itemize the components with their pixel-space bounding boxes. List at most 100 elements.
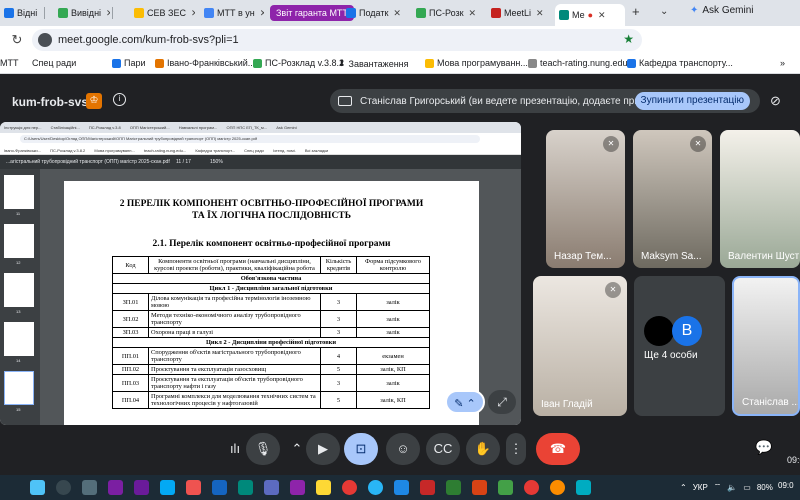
search-icon[interactable] [56, 480, 71, 495]
document-heading: 2 ПЕРЕЛІК КОМПОНЕНТ ОСВІТНЬО-ПРОФЕСІЙНОЇ… [119, 199, 424, 221]
avatar: B [672, 316, 702, 346]
bookmark-item[interactable]: Пари [112, 58, 146, 68]
meet-favicon-icon [559, 10, 569, 20]
url-bar[interactable]: meet.google.com/kum-frob-svs?pli=1 ★ [32, 29, 642, 51]
bookmark-star-icon[interactable]: ★ [623, 32, 634, 46]
bookmark-icon [155, 58, 164, 68]
participant-tile[interactable]: ✕ Maksym Sa... [633, 130, 712, 268]
tray-chevron-icon[interactable]: ⌃ [680, 483, 687, 492]
tab-search-icon[interactable]: ⌄ [660, 6, 668, 17]
emoji-reactions-button[interactable]: ☺ [386, 433, 420, 465]
browser-tab[interactable]: Відні [0, 3, 42, 23]
app-icon[interactable] [264, 480, 279, 495]
pdf-page: 2 ПЕРЕЛІК КОМПОНЕНТ ОСВІТНЬО-ПРОФЕСІЙНОЇ… [64, 181, 479, 425]
tab-favicon-icon [134, 8, 144, 18]
tab-favicon-icon [4, 8, 14, 18]
bookmark-item[interactable]: Мова програмуванн... [425, 58, 528, 68]
tab-favicon-icon [416, 8, 426, 18]
pdf-icon[interactable] [420, 480, 435, 495]
chevron-up-icon[interactable]: ⌃ [286, 433, 308, 465]
browser-tab[interactable]: MeetLi ✕ [487, 3, 551, 23]
more-participants-tile[interactable]: B Ще 4 особи [634, 276, 725, 416]
app-icon[interactable] [186, 480, 201, 495]
start-icon[interactable] [30, 480, 45, 495]
raise-hand-button[interactable]: ✋ [466, 433, 500, 465]
present-now-button[interactable]: ⊡ [344, 433, 378, 465]
microphone-button[interactable]: 🎙 [246, 433, 280, 465]
powerpoint-icon[interactable] [472, 480, 487, 495]
app-icon[interactable] [498, 480, 513, 495]
address-bar-row: ↻ meet.google.com/kum-frob-svs?pli=1 ★ [0, 26, 800, 71]
chrome-icon[interactable] [524, 480, 539, 495]
wifi-icon[interactable]: ⌔ [714, 482, 722, 492]
bookmark-item[interactable]: teach-rating.nung.edu... [528, 58, 635, 68]
bookmark-icon [627, 58, 636, 68]
browser-tab-active[interactable]: Ме ● ✕ [555, 4, 625, 26]
word-icon[interactable] [394, 480, 409, 495]
browser-tab[interactable]: Податк ✕ [342, 3, 406, 23]
table-row: ПП.01 Спорудження об'єктів магістральног… [112, 347, 430, 365]
page-thumbnail [4, 273, 34, 307]
stop-presenting-button[interactable]: Зупинити презентацію [634, 92, 750, 110]
app-icon[interactable] [160, 480, 175, 495]
close-icon[interactable]: ✕ [469, 8, 477, 19]
page-thumbnail [4, 224, 34, 258]
participant-tile[interactable]: ✕ Іван Гладій [533, 276, 627, 416]
participant-tile[interactable]: Валентин Шуст [720, 130, 800, 268]
leave-call-button[interactable]: ☎ [536, 433, 580, 465]
app-icon[interactable] [108, 480, 123, 495]
bookmark-item[interactable]: Івано-Франківський... [155, 58, 255, 68]
muted-mic-icon: ✕ [603, 136, 619, 152]
participant-tile[interactable]: ✕ Назар Тем... [546, 130, 625, 268]
excel-icon[interactable] [446, 480, 461, 495]
site-info-icon[interactable] [38, 33, 52, 47]
browser-tab[interactable]: Вивідні ✕ [54, 3, 110, 23]
reload-icon[interactable]: ↻ [6, 32, 28, 48]
bookmark-item[interactable]: ПС-Розклад v.3.8.2 [253, 58, 344, 68]
self-view-tile[interactable]: Станіслав ... [732, 276, 800, 416]
browser-tab[interactable]: ПС-Розк ✕ [412, 3, 480, 23]
app-icon[interactable] [550, 480, 565, 495]
close-icon[interactable]: ✕ [536, 8, 544, 19]
host-controls-icon[interactable]: ♔ [86, 93, 102, 109]
bookmark-item[interactable]: МТТ [0, 58, 19, 68]
camera-off-icon[interactable]: ⊘ [770, 93, 781, 109]
new-tab-icon[interactable]: + [632, 4, 640, 19]
tab-favicon-icon [491, 8, 501, 18]
taskbar-clock[interactable]: 09:0 [778, 481, 794, 490]
close-icon[interactable]: ✕ [598, 10, 606, 21]
app-icon[interactable] [576, 480, 591, 495]
app-icon[interactable] [290, 480, 305, 495]
recording-dot-icon: ● [587, 10, 594, 20]
telegram-icon[interactable] [368, 480, 383, 495]
close-icon[interactable]: ✕ [260, 8, 264, 19]
close-icon[interactable]: ✕ [106, 8, 110, 19]
annotate-toggle-button[interactable]: ✎ ⌃ [445, 390, 485, 414]
volume-icon[interactable]: 🔈 [727, 483, 737, 492]
app-icon[interactable] [134, 480, 149, 495]
close-icon[interactable]: ✕ [393, 8, 401, 19]
captions-button[interactable]: CC [426, 433, 460, 465]
shared-screen: Інструкція для пер... Стабілізаційні... … [0, 122, 521, 425]
info-icon[interactable]: i [113, 93, 126, 106]
file-explorer-icon[interactable] [316, 480, 331, 495]
task-view-icon[interactable] [82, 480, 97, 495]
bookmark-item[interactable]: ⬇ Завантаження [338, 58, 409, 69]
expand-icon[interactable]: ⤢ [488, 390, 516, 414]
page-thumbnail [4, 175, 34, 209]
more-options-icon[interactable]: ⋮ [506, 433, 526, 465]
ask-gemini-button[interactable]: ✦ Ask Gemini [690, 5, 754, 16]
camera-button[interactable]: ▶ [306, 433, 340, 465]
chrome-icon[interactable] [342, 480, 357, 495]
chat-icon[interactable]: 💬 [755, 439, 772, 456]
app-icon[interactable] [212, 480, 227, 495]
meet-window: kum-frob-svs ♔ i Станіслав Григорський (… [0, 75, 800, 475]
bookmark-item[interactable]: Кафедра транспорту... [627, 58, 733, 68]
browser-tab[interactable]: СЕВ ЗЕС ✕ [130, 3, 195, 23]
bookmark-item[interactable]: Спец ради [32, 58, 76, 68]
close-icon[interactable]: ✕ [191, 8, 195, 19]
battery-icon[interactable]: ▭ [743, 483, 751, 492]
app-icon[interactable] [238, 480, 253, 495]
more-bookmarks-icon[interactable]: » [780, 58, 785, 68]
browser-tab[interactable]: МТТ в ун ✕ [200, 3, 264, 23]
